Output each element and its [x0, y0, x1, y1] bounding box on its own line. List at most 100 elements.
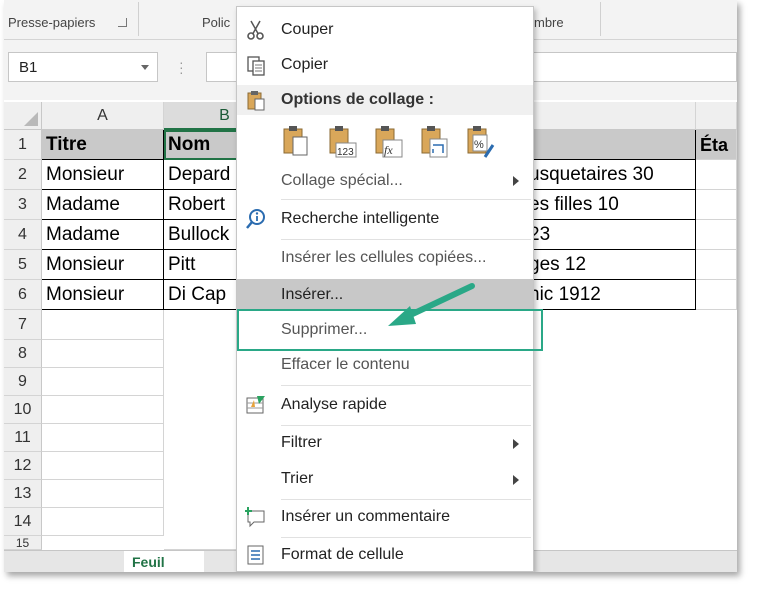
sheet-tab[interactable]: Feuil — [124, 551, 204, 572]
cell-e6[interactable] — [696, 280, 737, 310]
name-box[interactable]: B1 — [8, 52, 158, 82]
paste-icon[interactable] — [281, 123, 311, 159]
cell-empty[interactable] — [42, 368, 164, 396]
menu-separator — [281, 499, 531, 500]
ribbon-separator — [600, 2, 601, 36]
paste-transpose-icon[interactable] — [419, 123, 449, 159]
cell-empty[interactable] — [42, 508, 164, 536]
ribbon-group-number-label: mbre — [534, 15, 564, 30]
select-all-corner[interactable] — [4, 102, 42, 130]
row-header[interactable]: 11 — [4, 424, 42, 452]
svg-text:%: % — [474, 139, 484, 151]
menu-item-label: Recherche intelligente — [281, 210, 440, 227]
menu-item-label: Insérer... — [281, 286, 344, 303]
menu-item-cut[interactable]: Couper — [237, 17, 533, 47]
paste-options-label: Options de collage : — [281, 91, 434, 108]
paste-values-icon[interactable]: 123 — [327, 123, 357, 159]
ribbon-separator — [138, 2, 139, 36]
cell-a3[interactable]: Madame — [42, 190, 164, 220]
row-header[interactable]: 9 — [4, 368, 42, 396]
row-header[interactable]: 12 — [4, 452, 42, 480]
paste-formatting-icon[interactable]: % — [465, 123, 495, 159]
row-header[interactable]: 15 — [4, 536, 42, 550]
excel-window: Presse-papiers Polic mbre B1 ··· A B D 1… — [4, 0, 737, 572]
menu-item-label: Analyse rapide — [281, 396, 387, 413]
ribbon-group-clipboard-label: Presse-papiers — [8, 15, 96, 30]
column-header-a[interactable]: A — [42, 102, 164, 130]
menu-item-label: Insérer un commentaire — [281, 508, 450, 525]
cell-empty[interactable] — [42, 480, 164, 508]
row-header[interactable]: 6 — [4, 280, 42, 310]
menu-item-label: Insérer les cellules copiées... — [281, 249, 487, 266]
menu-separator — [281, 385, 531, 386]
menu-item-smart-lookup[interactable]: Recherche intelligente — [237, 205, 533, 235]
menu-item-insert-copied-cells[interactable]: Insérer les cellules copiées... — [237, 245, 533, 273]
menu-item-label: Couper — [281, 21, 334, 38]
menu-item-label: Format de cellule — [281, 546, 404, 563]
ribbon-group-font-label: Polic — [202, 15, 231, 30]
row-header[interactable]: 5 — [4, 250, 42, 280]
row-header[interactable]: 3 — [4, 190, 42, 220]
menu-item-paste-special[interactable]: Collage spécial... — [237, 167, 533, 195]
row-header[interactable]: 2 — [4, 160, 42, 190]
menu-item-copy[interactable]: Copier — [237, 52, 533, 82]
cell-e1[interactable]: Éta — [696, 130, 737, 160]
cell-e2[interactable] — [696, 160, 737, 190]
cell-e5[interactable] — [696, 250, 737, 280]
menu-item-label: Trier — [281, 470, 314, 487]
cell-e3[interactable] — [696, 190, 737, 220]
format-cells-icon — [247, 545, 264, 565]
chevron-right-icon — [513, 439, 519, 449]
chevron-down-icon[interactable] — [141, 65, 149, 70]
clipboard-launcher-icon[interactable] — [118, 18, 127, 27]
cell-empty[interactable] — [42, 396, 164, 424]
comment-icon — [245, 507, 265, 528]
cell-a6[interactable]: Monsieur — [42, 280, 164, 310]
drag-handle-icon[interactable]: · · · — [179, 55, 184, 79]
menu-item-clear-contents[interactable]: Effacer le contenu — [237, 352, 533, 380]
column-header-e[interactable] — [696, 102, 737, 130]
cell-a5[interactable]: Monsieur — [42, 250, 164, 280]
menu-separator — [281, 537, 531, 538]
annotation-arrow-icon — [388, 283, 475, 326]
clipboard-icon — [247, 91, 265, 111]
cell-empty[interactable] — [42, 452, 164, 480]
menu-item-insert-comment[interactable]: Insérer un commentaire — [237, 503, 533, 533]
row-header[interactable]: 4 — [4, 220, 42, 250]
smart-lookup-icon — [246, 209, 265, 229]
row-header[interactable]: 13 — [4, 480, 42, 508]
row-header[interactable]: 10 — [4, 396, 42, 424]
menu-separator — [281, 239, 531, 240]
cell-empty[interactable] — [42, 424, 164, 452]
row-header[interactable]: 8 — [4, 340, 42, 368]
menu-separator — [281, 199, 531, 200]
chevron-right-icon — [513, 176, 519, 186]
row-header[interactable]: 1 — [4, 130, 42, 160]
svg-text:123: 123 — [337, 147, 354, 158]
scissors-icon — [247, 20, 264, 40]
menu-item-label: Filtrer — [281, 434, 322, 451]
cell-e4[interactable] — [696, 220, 737, 250]
menu-item-format-cells[interactable]: Format de cellule — [237, 541, 533, 571]
menu-section-paste-options: Options de collage : — [237, 85, 533, 115]
quick-analysis-icon — [246, 396, 265, 414]
cell-a4[interactable]: Madame — [42, 220, 164, 250]
menu-item-label: Effacer le contenu — [281, 356, 410, 373]
cell-a1[interactable]: Titre — [42, 130, 164, 160]
cell-empty[interactable] — [42, 310, 164, 340]
svg-text:fx: fx — [384, 143, 393, 157]
menu-separator — [281, 425, 531, 426]
cell-empty[interactable] — [42, 340, 164, 368]
row-header[interactable]: 7 — [4, 310, 42, 340]
menu-item-label: Copier — [281, 56, 329, 73]
cell-a2[interactable]: Monsieur — [42, 160, 164, 190]
name-box-value: B1 — [19, 59, 38, 76]
menu-item-sort[interactable]: Trier — [237, 465, 533, 495]
chevron-right-icon — [513, 475, 519, 485]
paste-formulas-icon[interactable]: fx — [373, 123, 403, 159]
menu-item-filter[interactable]: Filtrer — [237, 429, 533, 459]
menu-item-label: Collage spécial... — [281, 172, 403, 189]
copy-icon — [247, 56, 265, 76]
row-header[interactable]: 14 — [4, 508, 42, 536]
menu-item-quick-analysis[interactable]: Analyse rapide — [237, 391, 533, 421]
